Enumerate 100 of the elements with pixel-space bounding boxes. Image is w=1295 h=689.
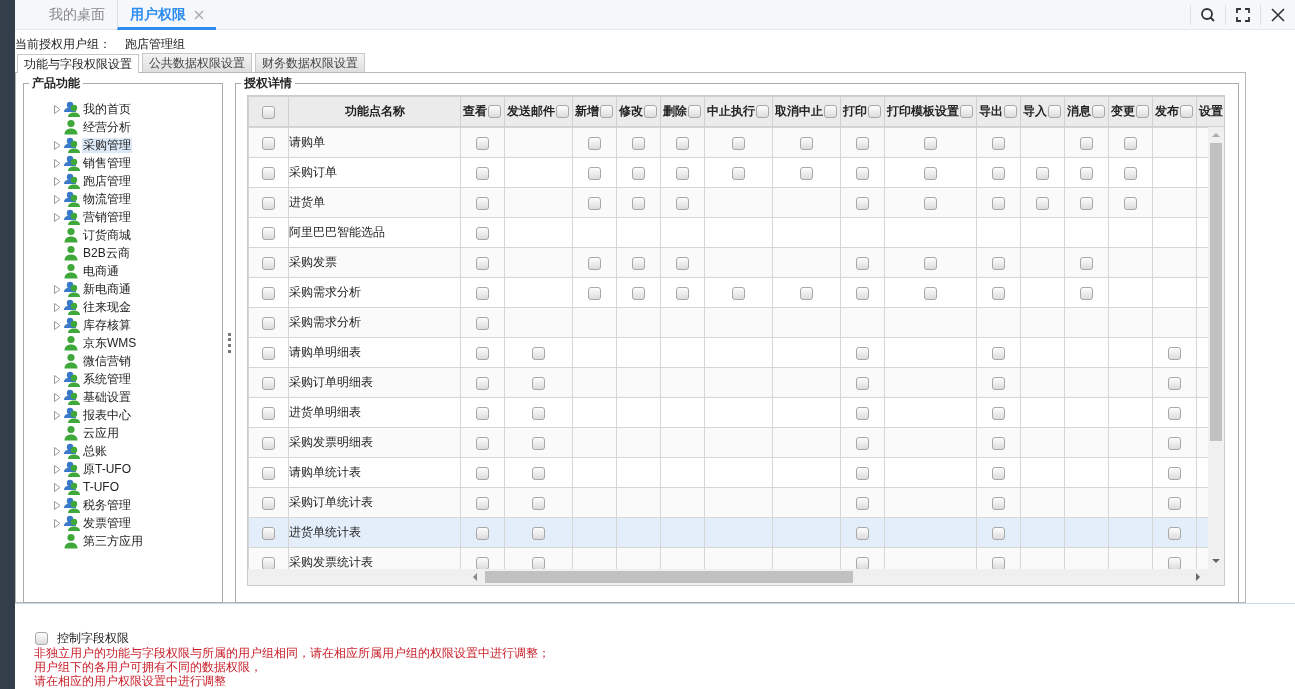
checkbox[interactable] — [856, 436, 869, 450]
tree-item[interactable]: 物流管理 — [82, 191, 132, 207]
tree-item[interactable]: 云应用 — [82, 425, 120, 441]
vertical-scrollbar[interactable] — [1208, 127, 1224, 569]
checkbox[interactable] — [1168, 556, 1181, 569]
checkbox[interactable] — [688, 105, 701, 118]
checkbox[interactable] — [476, 136, 489, 150]
tree-item[interactable]: 营销管理 — [82, 209, 132, 225]
checkbox[interactable] — [1080, 256, 1093, 270]
checkbox[interactable] — [856, 466, 869, 480]
table-row[interactable]: 采购需求分析 — [248, 307, 1208, 338]
table-row[interactable]: 采购订单统计表 — [248, 487, 1208, 518]
checkbox[interactable] — [992, 346, 1005, 360]
tree-item[interactable]: 基础设置 — [82, 389, 132, 405]
checkbox[interactable] — [632, 286, 645, 300]
checkbox[interactable] — [600, 105, 613, 118]
checkbox[interactable] — [856, 166, 869, 180]
tree-item[interactable]: 原T-UFO — [82, 461, 132, 477]
checkbox[interactable] — [532, 346, 545, 360]
checkbox[interactable] — [532, 466, 545, 480]
checkbox[interactable] — [992, 526, 1005, 540]
checkbox[interactable] — [1180, 105, 1193, 118]
checkbox[interactable] — [632, 196, 645, 210]
checkbox[interactable] — [588, 286, 601, 300]
checkbox[interactable] — [262, 376, 275, 390]
checkbox[interactable] — [35, 631, 48, 645]
expand-arrow-icon[interactable] — [54, 104, 63, 114]
checkbox[interactable] — [676, 256, 689, 270]
checkbox[interactable] — [262, 196, 275, 210]
checkbox[interactable] — [632, 136, 645, 150]
checkbox[interactable] — [632, 166, 645, 180]
checkbox-label[interactable]: 控制字段权限 — [57, 629, 129, 647]
checkbox[interactable] — [532, 526, 545, 540]
table-row[interactable]: 采购订单明细表 — [248, 367, 1208, 398]
checkbox[interactable] — [588, 166, 601, 180]
checkbox[interactable] — [1092, 105, 1105, 118]
checkbox[interactable] — [856, 496, 869, 510]
table-row[interactable]: 采购发票明细表 — [248, 427, 1208, 458]
checkbox[interactable] — [262, 526, 275, 540]
tree-item[interactable]: T-UFO — [82, 479, 120, 495]
checkbox[interactable] — [262, 316, 275, 330]
checkbox[interactable] — [1080, 166, 1093, 180]
tab[interactable]: 公共数据权限设置 — [142, 53, 252, 72]
checkbox[interactable] — [476, 466, 489, 480]
checkbox[interactable] — [1124, 136, 1137, 150]
checkbox[interactable] — [1036, 166, 1049, 180]
checkbox[interactable] — [262, 346, 275, 360]
checkbox[interactable] — [532, 376, 545, 390]
checkbox[interactable] — [856, 346, 869, 360]
checkbox[interactable] — [1136, 105, 1149, 118]
tree-item[interactable]: 微信营销 — [82, 353, 132, 369]
horizontal-scrollbar[interactable] — [248, 569, 1224, 585]
tab[interactable]: 功能与字段权限设置 — [17, 54, 139, 73]
checkbox[interactable] — [800, 166, 813, 180]
checkbox[interactable] — [1168, 346, 1181, 360]
checkbox[interactable] — [1168, 436, 1181, 450]
checkbox[interactable] — [476, 526, 489, 540]
checkbox[interactable] — [1124, 196, 1137, 210]
checkbox[interactable] — [992, 496, 1005, 510]
checkbox[interactable] — [488, 105, 501, 118]
checkbox[interactable] — [856, 256, 869, 270]
checkbox[interactable] — [732, 136, 745, 150]
checkbox[interactable] — [924, 196, 937, 210]
checkbox[interactable] — [992, 256, 1005, 270]
checkbox[interactable] — [1168, 496, 1181, 510]
checkbox[interactable] — [476, 556, 489, 569]
checkbox[interactable] — [732, 166, 745, 180]
tree-item[interactable]: 往来现金 — [82, 299, 132, 315]
checkbox[interactable] — [1124, 166, 1137, 180]
checkbox[interactable] — [824, 105, 837, 118]
checkbox[interactable] — [476, 226, 489, 240]
checkbox[interactable] — [856, 136, 869, 150]
tree-item[interactable]: 新电商通 — [82, 281, 132, 297]
splitter-handle[interactable] — [227, 332, 231, 353]
tree-item[interactable]: 发票管理 — [82, 515, 132, 531]
tree-item[interactable]: 订货商城 — [82, 227, 132, 243]
checkbox[interactable] — [960, 105, 973, 118]
checkbox[interactable] — [924, 166, 937, 180]
checkbox[interactable] — [262, 105, 275, 119]
checkbox[interactable] — [588, 136, 601, 150]
tree-item[interactable]: 报表中心 — [82, 407, 132, 423]
checkbox[interactable] — [262, 286, 275, 300]
tree-item[interactable]: B2B云商 — [82, 245, 131, 261]
checkbox[interactable] — [868, 105, 881, 118]
checkbox[interactable] — [1168, 466, 1181, 480]
checkbox[interactable] — [1168, 406, 1181, 420]
tree-item[interactable]: 库存核算 — [82, 317, 132, 333]
checkbox[interactable] — [992, 466, 1005, 480]
tree-item[interactable]: 销售管理 — [82, 155, 132, 171]
table-row[interactable]: 采购发票统计表 — [248, 547, 1208, 569]
checkbox[interactable] — [644, 105, 657, 118]
checkbox[interactable] — [556, 105, 569, 118]
checkbox[interactable] — [1036, 196, 1049, 210]
table-row[interactable]: 采购发票 — [248, 247, 1208, 278]
checkbox[interactable] — [992, 436, 1005, 450]
checkbox[interactable] — [676, 136, 689, 150]
checkbox[interactable] — [476, 406, 489, 420]
checkbox[interactable] — [992, 286, 1005, 300]
tree-item[interactable]: 总账 — [82, 443, 108, 459]
checkbox[interactable] — [992, 556, 1005, 569]
